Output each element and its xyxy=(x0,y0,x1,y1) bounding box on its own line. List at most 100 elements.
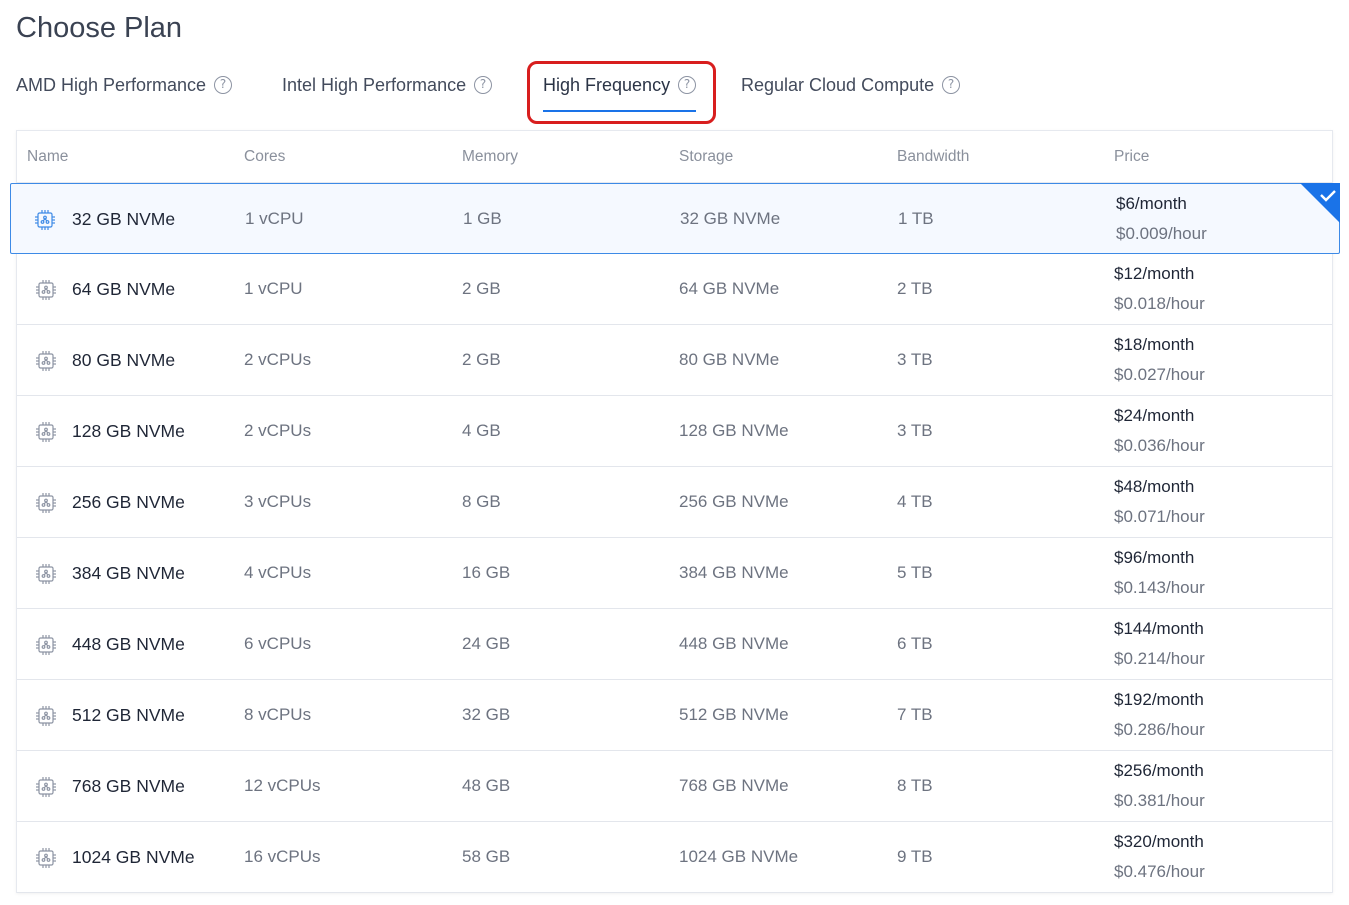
plan-row[interactable]: 64 GB NVMe 1 vCPU 2 GB 64 GB NVMe 2 TB $12/mo… xyxy=(17,254,1332,325)
plan-bandwidth: 9 TB xyxy=(897,847,933,866)
tab-intel-high-performance[interactable]: Intel High Performance? xyxy=(282,74,493,106)
plan-memory: 8 GB xyxy=(462,492,501,511)
plan-row[interactable]: 512 GB NVMe 8 vCPUs 32 GB 512 GB NVMe 7 TB $1… xyxy=(17,680,1332,751)
plan-cores: 2 vCPUs xyxy=(244,350,312,369)
plan-memory: 4 GB xyxy=(462,421,501,440)
plan-name: 768 GB NVMe xyxy=(72,776,185,796)
plan-memory: 58 GB xyxy=(462,847,511,866)
plan-bandwidth: 2 TB xyxy=(897,279,933,298)
plan-bandwidth: 3 TB xyxy=(897,421,933,440)
plan-row[interactable]: 448 GB NVMe 6 vCPUs 24 GB 448 GB NVMe 6 TB $1… xyxy=(17,609,1332,680)
plan-name: 448 GB NVMe xyxy=(72,634,185,654)
page-title: Choose Plan xyxy=(16,12,183,44)
plan-price-month: $96/month xyxy=(1114,548,1195,567)
cpu-icon xyxy=(35,705,57,727)
plan-memory: 16 GB xyxy=(462,563,511,582)
plan-cores: 1 vCPU xyxy=(245,209,304,228)
plan-cores: 3 vCPUs xyxy=(244,492,312,511)
plan-price-hour: $0.018/hour xyxy=(1114,294,1205,313)
plan-row[interactable]: 1024 GB NVMe 16 vCPUs 58 GB 1024 GB NVMe 9 T… xyxy=(17,822,1332,893)
plan-memory: 24 GB xyxy=(462,634,511,653)
help-icon[interactable]: ? xyxy=(942,76,961,95)
plan-price-hour: $0.027/hour xyxy=(1114,365,1205,384)
plan-storage: 32 GB NVMe xyxy=(680,209,781,228)
plan-storage: 64 GB NVMe xyxy=(679,279,780,298)
plan-name: 1024 GB NVMe xyxy=(72,847,195,867)
plan-bandwidth: 7 TB xyxy=(897,705,933,724)
cpu-icon xyxy=(35,350,57,372)
plan-price-month: $256/month xyxy=(1114,761,1204,780)
plan-cores: 12 vCPUs xyxy=(244,776,321,795)
plan-price-hour: $0.286/hour xyxy=(1114,720,1205,739)
plan-price-month: $6/month xyxy=(1116,194,1187,213)
plan-memory: 48 GB xyxy=(462,776,511,795)
help-icon[interactable]: ? xyxy=(474,76,493,95)
plan-price-hour: $0.381/hour xyxy=(1114,791,1205,810)
column-header-bandwidth: Bandwidth xyxy=(897,148,970,165)
plan-bandwidth: 1 TB xyxy=(898,209,934,228)
tab-regular-cloud-compute[interactable]: Regular Cloud Compute? xyxy=(741,74,961,106)
cpu-icon xyxy=(35,279,57,301)
plan-cores: 6 vCPUs xyxy=(244,634,312,653)
cpu-icon xyxy=(35,492,57,514)
plan-row[interactable]: 80 GB NVMe 2 vCPUs 2 GB 80 GB NVMe 3 TB $18/m… xyxy=(17,325,1332,396)
plan-bandwidth: 5 TB xyxy=(897,563,933,582)
plan-name: 256 GB NVMe xyxy=(72,492,185,512)
cpu-icon xyxy=(34,209,56,231)
plan-price-month: $18/month xyxy=(1114,335,1195,354)
plan-storage: 128 GB NVMe xyxy=(679,421,789,440)
plan-name: 80 GB NVMe xyxy=(72,350,176,370)
plan-cores: 8 vCPUs xyxy=(244,705,312,724)
plan-price-month: $192/month xyxy=(1114,690,1204,709)
plan-memory: 1 GB xyxy=(463,209,502,228)
plan-price-month: $320/month xyxy=(1114,832,1204,851)
plan-table: Name Cores Memory Storage Bandwidth Pric… xyxy=(10,130,1340,893)
plan-price-month: $24/month xyxy=(1114,406,1195,425)
column-header-storage: Storage xyxy=(679,148,734,165)
plan-price-month: $48/month xyxy=(1114,477,1195,496)
cpu-icon xyxy=(35,847,57,869)
plan-price-month: $144/month xyxy=(1114,619,1204,638)
cpu-icon xyxy=(35,634,57,656)
plan-memory: 2 GB xyxy=(462,279,501,298)
plan-row[interactable]: 32 GB NVMe 1 vCPU 1 GB 32 GB NVMe 1 TB $6/mon… xyxy=(10,183,1340,254)
plan-storage: 768 GB NVMe xyxy=(679,776,789,795)
plan-storage: 1024 GB NVMe xyxy=(679,847,799,866)
plan-storage: 448 GB NVMe xyxy=(679,634,789,653)
plan-cores: 2 vCPUs xyxy=(244,421,312,440)
tab-amd-high-performance[interactable]: AMD High Performance? xyxy=(16,74,233,106)
plan-cores: 4 vCPUs xyxy=(244,563,312,582)
column-header-cores: Cores xyxy=(244,148,286,165)
plan-row[interactable]: 128 GB NVMe 2 vCPUs 4 GB 128 GB NVMe 3 TB $24… xyxy=(17,396,1332,467)
selected-check-icon xyxy=(1300,183,1340,223)
plan-cores: 16 vCPUs xyxy=(244,847,321,866)
cpu-icon xyxy=(35,776,57,798)
plan-bandwidth: 4 TB xyxy=(897,492,933,511)
tab-label: Regular Cloud Compute xyxy=(741,74,935,95)
tab-label: Intel High Performance xyxy=(282,74,467,95)
help-icon[interactable]: ? xyxy=(214,76,233,95)
plan-price-hour: $0.071/hour xyxy=(1114,507,1205,526)
plan-price-hour: $0.036/hour xyxy=(1114,436,1205,455)
tab-highlight-annotation xyxy=(527,61,716,124)
plan-price-month: $12/month xyxy=(1114,264,1195,283)
table-header: Name Cores Memory Storage Bandwidth Pric… xyxy=(17,131,1332,183)
plan-name: 64 GB NVMe xyxy=(72,279,176,299)
plan-price-hour: $0.214/hour xyxy=(1114,649,1205,668)
plan-price-hour: $0.009/hour xyxy=(1116,224,1207,243)
plan-memory: 2 GB xyxy=(462,350,501,369)
plan-bandwidth: 8 TB xyxy=(897,776,933,795)
plan-storage: 256 GB NVMe xyxy=(679,492,789,511)
plan-row[interactable]: 768 GB NVMe 12 vCPUs 48 GB 768 GB NVMe 8 TB $… xyxy=(17,751,1332,822)
plan-storage: 384 GB NVMe xyxy=(679,563,789,582)
plan-name: 512 GB NVMe xyxy=(72,705,185,725)
plan-name: 32 GB NVMe xyxy=(72,209,176,229)
plan-row[interactable]: 384 GB NVMe 4 vCPUs 16 GB 384 GB NVMe 5 TB $9… xyxy=(17,538,1332,609)
plan-price-hour: $0.476/hour xyxy=(1114,862,1205,881)
tab-label: AMD High Performance xyxy=(16,74,207,95)
plan-row[interactable]: 256 GB NVMe 3 vCPUs 8 GB 256 GB NVMe 4 TB $48… xyxy=(17,467,1332,538)
plan-bandwidth: 3 TB xyxy=(897,350,933,369)
column-header-memory: Memory xyxy=(462,148,518,165)
plan-storage: 80 GB NVMe xyxy=(679,350,780,369)
plan-price-hour: $0.143/hour xyxy=(1114,578,1205,597)
